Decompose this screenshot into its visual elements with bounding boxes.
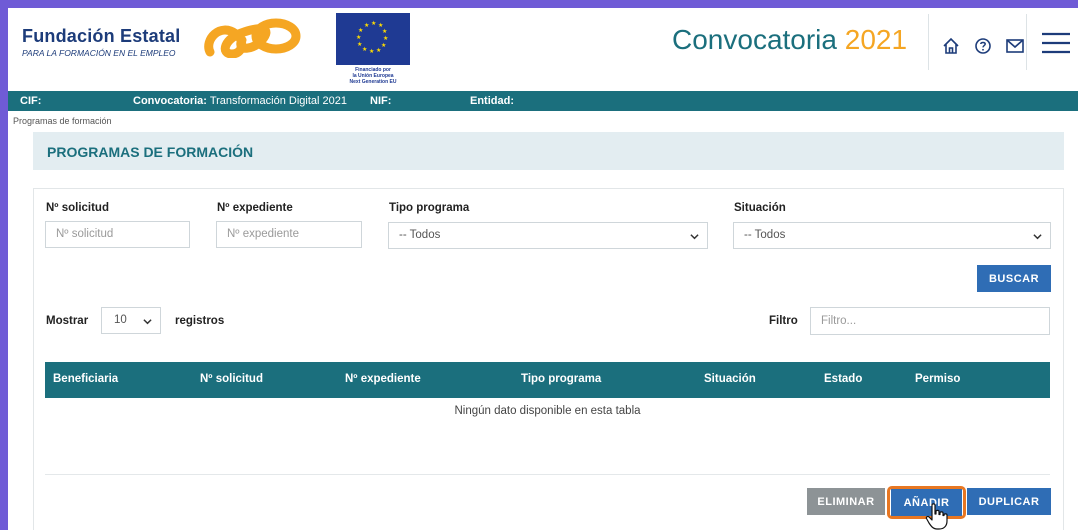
search-button[interactable]: BUSCAR [977,265,1051,292]
brand-name: Fundación Estatal [22,26,181,46]
svg-text:★: ★ [376,47,381,54]
eu-caption: Financiado por la Unión Europea Next Gen… [336,67,410,85]
svg-text:★: ★ [358,27,363,34]
eu-caption-line: Next Generation EU [349,79,397,85]
cif-label: CIF: [20,95,41,107]
menu-icon[interactable] [1038,30,1074,56]
convocatoria-title: Convocatoria 2021 [672,24,907,56]
help-icon[interactable] [972,35,994,57]
svg-text:★: ★ [362,46,367,53]
page-length-value: 10 [114,314,127,326]
page-title: PROGRAMAS DE FORMACIÓN [47,144,254,160]
solicitud-input[interactable]: Nº solicitud [45,221,190,248]
context-info-bar: CIF: Convocatoria: Transformación Digita… [8,91,1078,111]
show-entries-label: Mostrar [46,315,89,327]
situacion-select[interactable]: -- Todos [733,222,1051,249]
situacion-value: -- Todos [744,229,786,241]
svg-text:★: ★ [381,42,386,49]
svg-text:★: ★ [382,28,387,35]
column-situacion[interactable]: Situación [704,373,756,385]
breadcrumb[interactable]: Programas de formación [13,116,112,126]
tipo-programa-select[interactable]: -- Todos [388,222,708,249]
header-divider [928,14,929,70]
filter-input[interactable]: Filtro... [810,307,1050,335]
svg-text:★: ★ [371,20,376,27]
expediente-label: Nº expediente [217,202,293,214]
tipo-programa-value: -- Todos [399,229,441,241]
delete-button[interactable]: ELIMINAR [807,488,885,515]
cif-label-text: CIF: [20,95,42,107]
table-header: Beneficiaria Nº solicitud Nº expediente … [45,362,1050,398]
svg-text:★: ★ [357,41,362,48]
header-icons [940,35,1026,57]
convocatoria-info-value: Transformación Digital 2021 [206,95,347,107]
chevron-down-icon [1033,234,1042,240]
fundae-logo-mark [202,18,302,63]
page-title-bar: PROGRAMAS DE FORMACIÓN [33,132,1064,170]
convocatoria-info: Convocatoria: Transformación Digital 202… [133,95,347,107]
column-permiso[interactable]: Permiso [915,373,960,385]
chevron-down-icon [690,234,699,240]
entidad-label-text: Entidad: [470,95,514,107]
window-frame-left [0,0,8,530]
header-divider [1026,14,1027,70]
nif-label-text: NIF: [370,95,392,107]
brand-subtitle: PARA LA FORMACIÓN EN EL EMPLEO [22,48,176,58]
column-beneficiaria[interactable]: Beneficiaria [53,373,118,385]
table-empty-message: Ningún dato disponible en esta tabla [454,405,641,417]
column-expediente[interactable]: Nº expediente [345,373,421,385]
chevron-down-icon [143,319,152,325]
page-length-select[interactable]: 10 [101,307,161,334]
column-solicitud[interactable]: Nº solicitud [200,373,263,385]
mail-icon[interactable] [1004,35,1026,57]
svg-text:★: ★ [383,35,388,42]
window-frame-top [0,0,1078,8]
situacion-label: Situación [734,202,786,214]
svg-text:★: ★ [378,22,383,29]
entidad-label: Entidad: [470,95,514,107]
nif-label: NIF: [370,95,391,107]
svg-text:★: ★ [364,22,369,29]
svg-text:★: ★ [356,34,361,41]
convocatoria-word: Convocatoria [672,24,837,55]
home-icon[interactable] [940,35,962,57]
solicitud-label: Nº solicitud [46,202,109,214]
hand-pointer-icon [925,503,949,530]
expediente-input[interactable]: Nº expediente [216,221,362,248]
column-estado[interactable]: Estado [824,373,862,385]
duplicate-button[interactable]: DUPLICAR [967,488,1051,515]
svg-text:★: ★ [369,48,374,55]
column-tipo-programa[interactable]: Tipo programa [521,373,601,385]
tipo-programa-label: Tipo programa [389,202,470,214]
convocatoria-year: 2021 [844,24,908,55]
convocatoria-info-label: Convocatoria: [133,95,207,107]
eu-funding-logo: ★ ★ ★ ★ ★ ★ ★ ★ ★ ★ ★ ★ Financiado por la Unión … [336,13,410,85]
records-label: registros [175,315,225,327]
eu-flag-icon: ★ ★ ★ ★ ★ ★ ★ ★ ★ ★ ★ ★ [336,13,410,65]
filter-label: Filtro [769,315,798,327]
page-header: Fundación Estatal PARA LA FORMACIÓN EN E… [8,8,1078,91]
brand-logo[interactable]: Fundación Estatal PARA LA FORMACIÓN EN E… [22,26,180,58]
table-divider [45,474,1050,475]
